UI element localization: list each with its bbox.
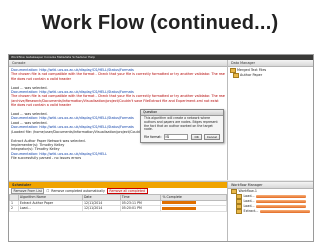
workflow-item-label: Extract... — [243, 209, 259, 213]
folder-icon — [233, 73, 239, 78]
data-manager-item-label: Author Paper — [240, 73, 263, 78]
remove-all-completed-button[interactable]: Remove all completed — [106, 187, 148, 195]
scheduler-panel: Scheduler Remove From List ☐ Remove comp… — [9, 181, 228, 241]
dialog-message: This algorithm will create a network whe… — [144, 116, 218, 132]
cell-date: 12/11/2014 — [81, 205, 121, 212]
ok-button[interactable]: OK — [191, 134, 202, 140]
workflow-item-bar — [256, 195, 307, 198]
file-format-select[interactable]: ISI — [163, 134, 188, 141]
progress-fill — [162, 201, 197, 204]
progress-bar — [162, 206, 197, 210]
dialog-buttons: OK Cancel — [191, 134, 220, 140]
cell-name: Load... — [17, 205, 83, 212]
data-manager-header: Data Manager — [228, 60, 313, 67]
scheduler-table: Algorithm Name Date Time% Complete 1 Extrac… — [9, 194, 227, 212]
workflow-manager-header: Workflow Manager — [228, 182, 313, 189]
cell-progress — [160, 205, 227, 212]
data-manager-list: Merged Text Files Author Paper — [228, 67, 313, 79]
data-manager-item[interactable]: Author Paper — [230, 73, 311, 78]
cell-num: 2 — [9, 205, 19, 212]
progress-fill — [162, 206, 197, 210]
data-manager-panel: Data Manager Merged Text Files Author Pap… — [228, 60, 313, 180]
table-row[interactable]: 2 Load... 12/11/2014 05:20:01 PM — [9, 205, 227, 212]
workflow-item-bar — [259, 210, 310, 213]
workflow-manager-panel: Workflow Manager Workflow-1 Load... Load..… — [228, 181, 313, 241]
dialog-field-label: File format: — [144, 135, 162, 140]
workflow-item-bar — [256, 205, 307, 208]
slide-title: Work Flow (continued...) — [41, 12, 279, 34]
app-screenshot: Workflow Gatekeeper Console Metadata Sch… — [8, 54, 314, 242]
remove-auto-label: Remove completed automatically — [51, 188, 105, 193]
remove-from-list-button[interactable]: Remove From List — [11, 187, 45, 195]
workflow-item[interactable]: Extract... — [228, 209, 313, 214]
remove-auto-checkbox[interactable]: ☐ — [46, 189, 49, 193]
cancel-button[interactable]: Cancel — [203, 134, 220, 140]
console-header: Console — [9, 60, 227, 67]
algorithm-icon — [236, 209, 242, 214]
workflow-list: Workflow-1 Load... Load... Load... Extract..… — [228, 189, 313, 214]
workflow-item-bar — [256, 200, 307, 203]
console-line: File successfully parsed - no issues err… — [11, 156, 82, 161]
data-manager-item-label: Merged Text Files — [237, 68, 267, 73]
progress-bar — [162, 201, 197, 204]
cell-time: 05:20:01 PM — [119, 205, 162, 212]
question-dialog: Question This algorithm will create a ne… — [140, 109, 224, 143]
